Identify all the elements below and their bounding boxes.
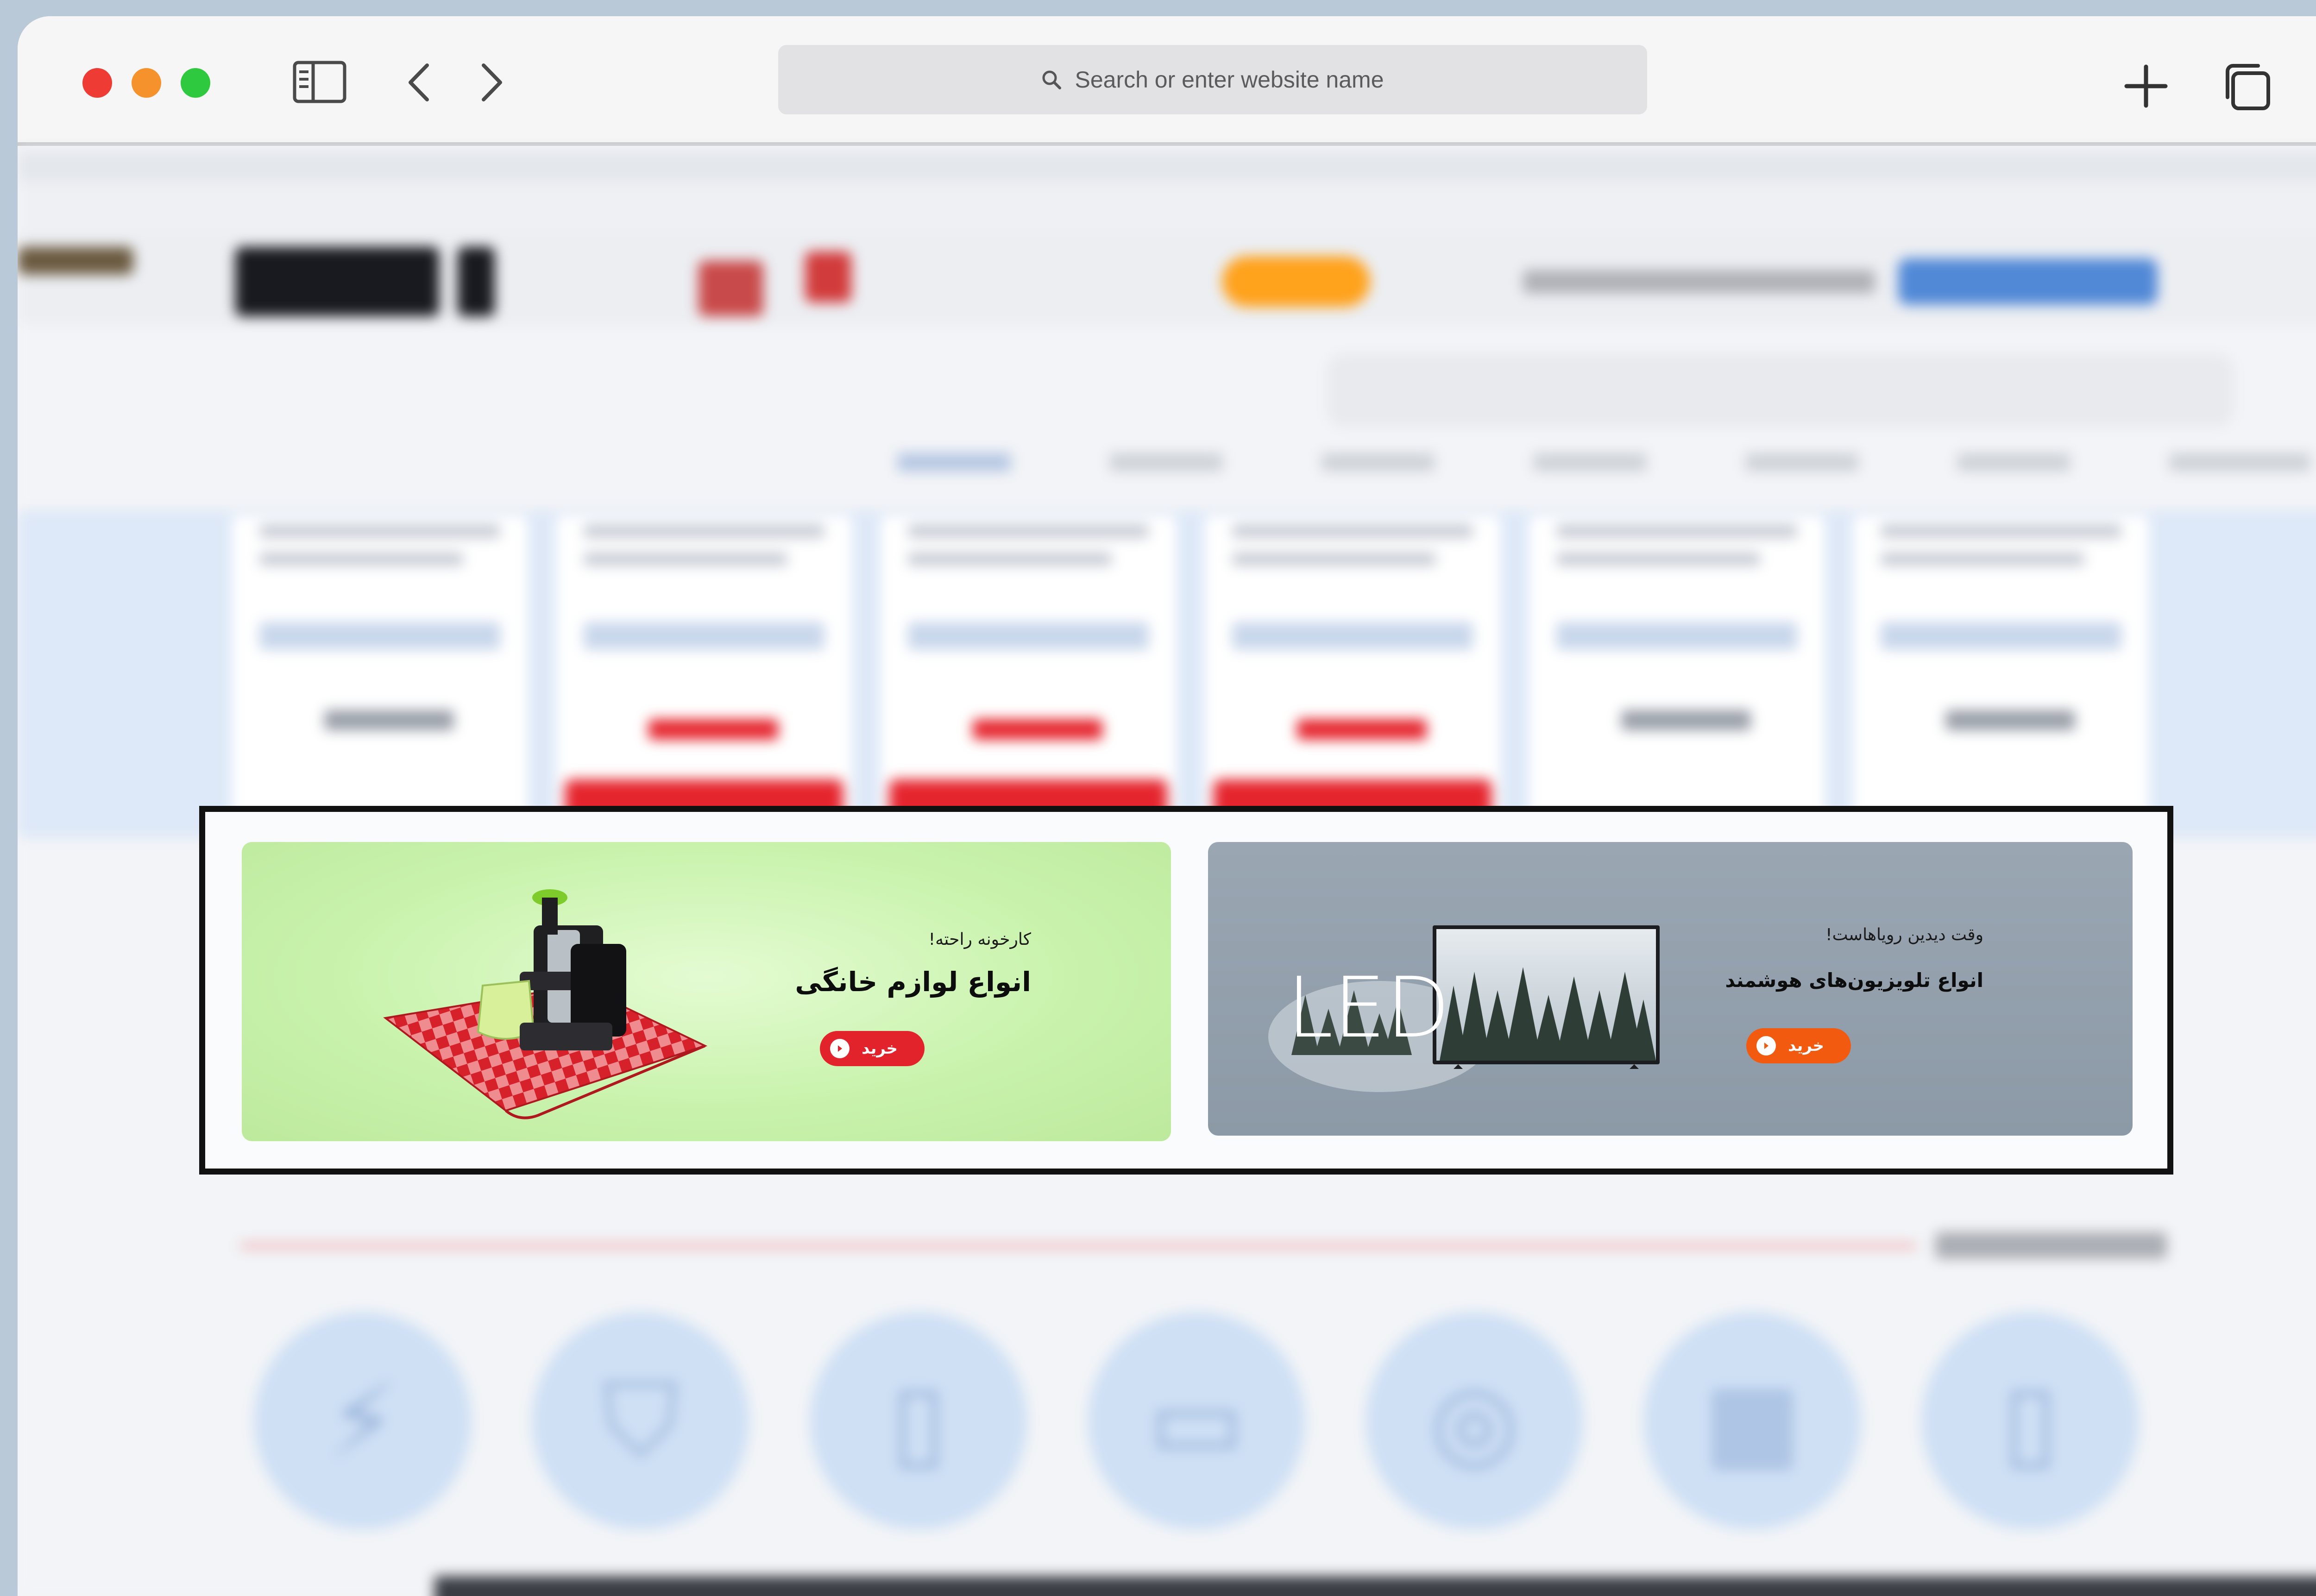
browser-toolbar: Search or enter website name (18, 16, 2316, 146)
search-icon (1042, 70, 1062, 89)
product-card (1853, 515, 2149, 830)
appliances-tagline: کارخونه راحته! (928, 930, 1031, 949)
tv-buy-label: خرید (1788, 1037, 1825, 1055)
section-heading (1935, 1232, 2167, 1259)
appliances-banner[interactable]: کارخونه راحته! انواع لوازم خانگی خرید (242, 842, 1171, 1141)
zoom-window-button[interactable] (181, 68, 210, 98)
product-card (880, 515, 1177, 830)
led-logo-text: LED (1287, 960, 1450, 1056)
address-bar[interactable]: Search or enter website name (778, 45, 1647, 114)
taskbar (434, 1576, 2316, 1596)
new-tab-plus-icon[interactable] (2121, 61, 2171, 112)
inner-tab-strip (18, 150, 2316, 182)
category-circle: ▭ (1088, 1312, 1305, 1530)
site-search-box (1327, 353, 2234, 427)
sidebar-icon[interactable] (292, 59, 347, 105)
tv-title: انواع تلویزیون‌های هوشمند (1725, 969, 1983, 992)
product-card (1529, 515, 1825, 830)
category-circle: ⚡ (254, 1312, 472, 1530)
promo-strip (18, 233, 2316, 326)
forward-icon[interactable] (474, 62, 511, 103)
appliances-title: انواع لوازم خانگی (795, 966, 1031, 998)
minimize-window-button[interactable] (132, 68, 161, 98)
category-circle: ◎ (1366, 1312, 1583, 1530)
arrow-circle-icon (1756, 1036, 1776, 1056)
back-icon[interactable] (400, 62, 437, 103)
appliances-buy-label: خرید (862, 1039, 898, 1058)
arrow-circle-icon (830, 1039, 850, 1058)
inner-url-strip (18, 182, 2316, 233)
tv-buy-button[interactable]: خرید (1746, 1028, 1851, 1063)
product-card (556, 515, 852, 830)
juicer-product-image (383, 889, 708, 1119)
appliances-buy-button[interactable]: خرید (820, 1031, 925, 1066)
product-card (1204, 515, 1501, 830)
product-card (232, 515, 528, 830)
category-circle: ▯ (1921, 1312, 2139, 1530)
smart-tv-image: LED (1268, 925, 1660, 1092)
close-window-button[interactable] (82, 68, 112, 98)
tv-banner[interactable]: LED وقت دیدین رویاهاست! انواع تلویزیون‌ه… (1208, 842, 2133, 1136)
tv-tagline: وقت دیدین رویاهاست! (1825, 925, 1983, 944)
category-circle: ⛉ (532, 1312, 749, 1530)
category-circle: ▯ (810, 1312, 1027, 1530)
section-divider (240, 1244, 1917, 1248)
category-circle: ▦ (1643, 1312, 1861, 1530)
address-placeholder: Search or enter website name (1075, 67, 1384, 93)
category-menu (898, 453, 2310, 471)
tabs-overview-icon[interactable] (2219, 59, 2274, 114)
